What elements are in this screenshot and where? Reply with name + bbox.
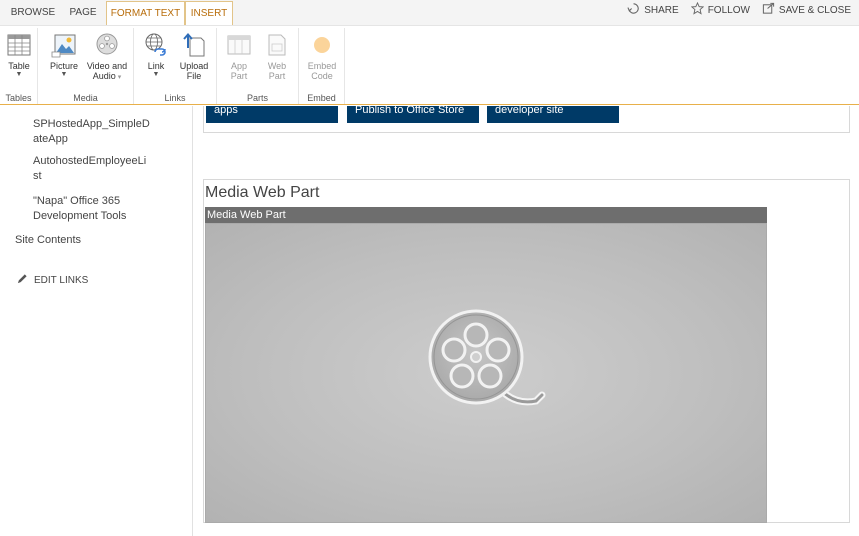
group-label-media: Media <box>73 93 98 103</box>
nav-item-label: AutohostedEmployeeLi <box>33 155 147 167</box>
video-audio-label-1: Video and <box>86 61 128 71</box>
film-reel-icon <box>94 32 120 58</box>
group-label-links: Links <box>164 93 186 103</box>
embed-code-button[interactable]: Embed Code <box>302 32 342 81</box>
picture-button[interactable]: Picture ▼ <box>44 32 84 79</box>
tile-apps[interactable]: apps <box>206 106 338 123</box>
film-reel-icon <box>428 309 546 406</box>
tile-developer-site[interactable]: developer site <box>487 106 619 123</box>
app-part-button[interactable]: App Part <box>219 32 259 81</box>
embed-label-2: Code <box>311 71 333 81</box>
follow-button[interactable]: FOLLOW <box>690 1 750 18</box>
save-close-button[interactable]: SAVE & CLOSE <box>762 2 851 18</box>
app-tiles-zone: apps Publish to Office Store developer s… <box>203 106 850 133</box>
upload-label-1: Upload <box>179 61 209 71</box>
tab-browse[interactable]: BROWSE <box>6 0 60 26</box>
group-label-tables: Tables <box>5 93 32 103</box>
video-audio-label-2: Audio <box>92 71 116 81</box>
chevron-down-icon: ▼ <box>152 71 160 78</box>
nav-item-label: Development Tools <box>33 210 127 222</box>
embed-icon <box>309 32 335 58</box>
web-part-label-2: Part <box>268 71 286 81</box>
table-label: Table <box>8 61 30 71</box>
tile-publish-office-store[interactable]: Publish to Office Store <box>347 106 479 123</box>
web-part-title: Media Web Part <box>205 184 320 201</box>
ribbon-group-embed: Embed Code Embed <box>299 28 345 104</box>
tab-page[interactable]: PAGE <box>64 0 102 26</box>
upload-icon <box>181 32 207 58</box>
nav-item-sphostedapp[interactable]: SPHostedApp_SimpleD ateApp <box>33 117 161 147</box>
share-icon <box>627 2 640 18</box>
follow-label: FOLLOW <box>707 4 750 16</box>
picture-label: Picture <box>49 61 78 71</box>
nav-item-site-contents[interactable]: Site Contents <box>15 233 81 248</box>
ribbon-group-parts: App Part Web Part Parts <box>217 28 299 104</box>
share-label: SHARE <box>644 4 679 16</box>
link-button[interactable]: Link ▼ <box>136 32 176 79</box>
tab-insert[interactable]: INSERT <box>185 1 233 26</box>
app-part-icon <box>226 32 252 58</box>
ribbon-group-media: Picture ▼ Video and Audio ▾ Media <box>38 28 134 104</box>
link-label: Link <box>147 61 165 71</box>
web-part-zone: Media Web Part Media Web Part <box>203 179 850 523</box>
nav-item-label: SPHostedApp_SimpleD <box>33 118 150 130</box>
nav-item-autohosted[interactable]: AutohostedEmployeeLi st <box>33 154 161 184</box>
chevron-down-icon: ▼ <box>60 71 68 78</box>
edit-links-button[interactable]: EDIT LINKS <box>17 273 88 287</box>
table-icon <box>6 32 32 58</box>
upload-file-button[interactable]: Upload File <box>174 32 214 81</box>
ribbon-group-tables: Table ▼ Tables <box>0 28 38 104</box>
web-part-label-1: Web <box>267 61 287 71</box>
web-part-icon <box>264 32 290 58</box>
nav-item-napa[interactable]: "Napa" Office 365 Development Tools <box>33 194 161 224</box>
chevron-down-icon: ▼ <box>15 71 23 78</box>
table-button[interactable]: Table ▼ <box>0 32 38 79</box>
globe-link-icon <box>143 32 169 58</box>
web-part-header[interactable]: Media Web Part <box>205 207 767 223</box>
media-player[interactable] <box>205 223 767 523</box>
app-part-label-1: App <box>230 61 247 71</box>
web-part-button[interactable]: Web Part <box>257 32 297 81</box>
group-label-embed: Embed <box>307 93 336 103</box>
nav-item-label: "Napa" Office 365 <box>33 195 121 207</box>
nav-item-label: ateApp <box>33 133 68 145</box>
group-label-parts: Parts <box>246 93 268 103</box>
video-audio-button[interactable]: Video and Audio ▾ <box>84 32 130 83</box>
pencil-icon <box>17 273 28 287</box>
picture-icon <box>51 32 77 58</box>
tab-format-text[interactable]: FORMAT TEXT <box>106 1 185 26</box>
save-close-label: SAVE & CLOSE <box>778 4 851 16</box>
ribbon: Table ▼ Tables Picture ▼ Video and Audio… <box>0 26 859 105</box>
share-button[interactable]: SHARE <box>627 2 679 18</box>
edit-links-label: EDIT LINKS <box>34 274 89 286</box>
app-part-label-2: Part <box>230 71 248 81</box>
quick-launch-nav: SPHostedApp_SimpleD ateApp AutohostedEmp… <box>0 106 193 536</box>
upload-label-2: File <box>186 71 202 81</box>
top-actions: SHARE FOLLOW SAVE & CLOSE <box>627 0 851 20</box>
ribbon-tab-bar: BROWSE PAGE FORMAT TEXT INSERT SHARE FOL… <box>0 0 859 26</box>
ribbon-group-links: Link ▼ Upload File Links <box>134 28 217 104</box>
save-icon <box>762 2 775 18</box>
nav-item-label: st <box>33 170 42 182</box>
embed-label-1: Embed <box>307 61 337 71</box>
star-icon <box>690 1 704 18</box>
chevron-down-icon: ▾ <box>115 74 122 81</box>
